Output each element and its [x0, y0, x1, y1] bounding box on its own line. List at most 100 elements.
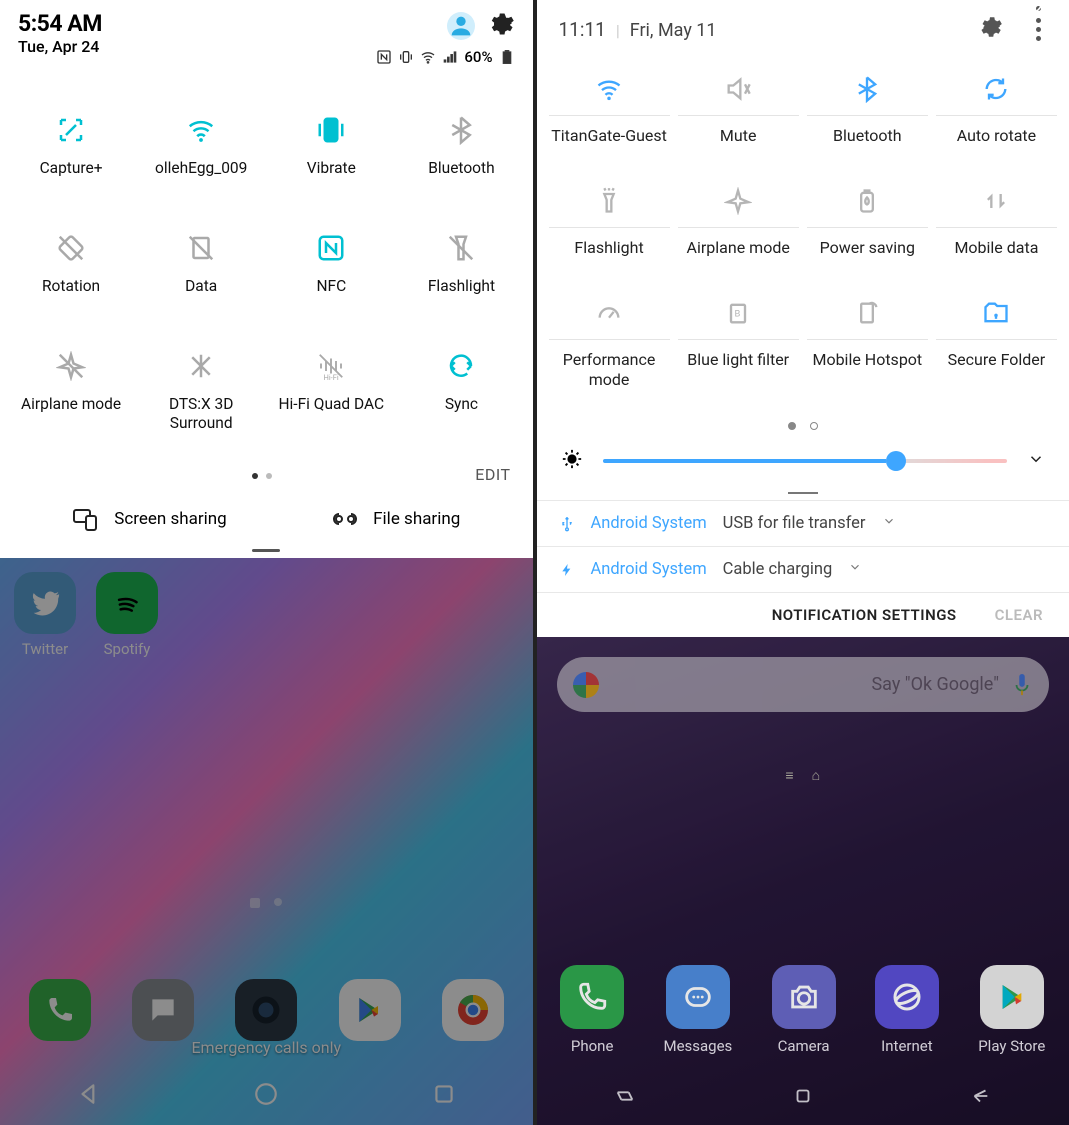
dock-camera[interactable]: Camera	[772, 965, 836, 1055]
qs-blue-light[interactable]: BBlue light filter	[678, 286, 799, 414]
qs-flashlight[interactable]: Flashlight	[549, 174, 670, 282]
file-sharing-button[interactable]: File sharing	[331, 507, 460, 531]
dock: Phone Messages Camera Internet Play Stor…	[537, 965, 1069, 1055]
label: Auto rotate	[955, 116, 1038, 170]
qs-mute[interactable]: Mute	[678, 62, 799, 170]
chevron-down-icon[interactable]	[848, 560, 862, 579]
label: Spotify	[104, 640, 151, 658]
label: Vibrate	[307, 159, 356, 178]
label: Phone	[571, 1037, 614, 1055]
google-search-bar[interactable]: Say "Ok Google"	[557, 657, 1050, 712]
nav-back[interactable]	[76, 1081, 102, 1111]
label: Mobile Hotspot	[810, 340, 924, 394]
nav-home[interactable]	[253, 1081, 279, 1111]
qs-flashlight[interactable]: Flashlight	[396, 231, 526, 349]
qs-dtsx[interactable]: DTS:X 3D Surround	[136, 349, 266, 467]
qs-capture-plus[interactable]: Capture+	[6, 113, 136, 231]
wifi-icon	[420, 49, 436, 65]
notification-usb[interactable]: Android System USB for file transfer	[537, 500, 1069, 546]
chevron-down-icon[interactable]	[882, 514, 896, 533]
mic-icon	[1011, 671, 1033, 699]
label: Play Store	[978, 1037, 1045, 1055]
qs-power-saving[interactable]: Power saving	[807, 174, 928, 282]
label: Twitter	[22, 640, 68, 658]
nav-back[interactable]	[968, 1085, 992, 1111]
dock-messages[interactable]	[132, 979, 194, 1041]
label: Data	[185, 277, 217, 296]
profile-icon[interactable]	[447, 12, 475, 40]
nav-home[interactable]	[791, 1085, 815, 1111]
label: Flashlight	[572, 228, 645, 282]
brightness-icon	[561, 448, 583, 474]
label: Screen sharing	[114, 509, 226, 529]
screen-sharing-button[interactable]: Screen sharing	[72, 507, 226, 531]
home-screen[interactable]: Say "Ok Google" ≡⌂ Phone Messages Camera…	[537, 637, 1069, 1125]
dock-internet[interactable]: Internet	[875, 965, 939, 1055]
settings-icon[interactable]	[487, 10, 515, 42]
qs-secure-folder[interactable]: Secure Folder	[936, 286, 1057, 414]
qs-sync[interactable]: Sync	[396, 349, 526, 467]
lg-phone: 5:54 AM Tue, Apr 24 60% Capture+ ollehEg…	[0, 0, 533, 1125]
notification-settings-button[interactable]: NOTIFICATION SETTINGS	[772, 606, 957, 624]
notification-actions: NOTIFICATION SETTINGS CLEAR	[537, 592, 1069, 637]
brightness-slider[interactable]	[603, 459, 1008, 463]
label: Rotation	[42, 277, 100, 296]
notification-charging[interactable]: Android System Cable charging	[537, 546, 1069, 592]
overflow-menu-icon[interactable]: 2	[1029, 16, 1047, 42]
qs-data[interactable]: Data	[136, 231, 266, 349]
app-spotify[interactable]: Spotify	[96, 572, 158, 658]
status-bar: 11:11 | Fri, May 11 2	[537, 0, 1069, 58]
dock-phone[interactable]: Phone	[560, 965, 624, 1055]
label: Capture+	[40, 159, 103, 178]
qs-wifi[interactable]: ollehEgg_009	[136, 113, 266, 231]
app-twitter[interactable]: Twitter	[14, 572, 76, 658]
nav-recents[interactable]	[613, 1085, 637, 1111]
label: Bluetooth	[428, 159, 494, 178]
label: Mute	[718, 116, 759, 170]
page-indicator	[537, 420, 1069, 444]
label: File sharing	[373, 509, 460, 529]
quick-settings-panel: TitanGate-Guest Mute Bluetooth Auto rota…	[537, 58, 1069, 420]
qs-vibrate[interactable]: Vibrate	[266, 113, 396, 231]
qs-performance[interactable]: Performance mode	[549, 286, 670, 414]
badge: 2	[1036, 6, 1041, 11]
qs-rotation[interactable]: Rotation	[6, 231, 136, 349]
dock-camera[interactable]	[235, 979, 297, 1041]
qs-bluetooth[interactable]: Bluetooth	[807, 62, 928, 170]
clock: 5:54 AM	[18, 10, 102, 37]
label: Bluetooth	[831, 116, 904, 170]
drag-handle[interactable]	[788, 492, 818, 494]
dock-play-store[interactable]	[339, 979, 401, 1041]
notif-msg: Cable charging	[723, 560, 833, 579]
qs-auto-rotate[interactable]: Auto rotate	[936, 62, 1057, 170]
qs-wifi[interactable]: TitanGate-Guest	[549, 62, 670, 170]
qs-airplane[interactable]: Airplane mode	[6, 349, 136, 467]
settings-icon[interactable]	[977, 14, 1003, 44]
qs-airplane[interactable]: Airplane mode	[678, 174, 799, 282]
quick-settings-panel: Capture+ ollehEgg_009 Vibrate Bluetooth …	[0, 88, 533, 558]
qs-mobile-data[interactable]: Mobile data	[936, 174, 1057, 282]
dock-chrome[interactable]	[442, 979, 504, 1041]
qs-nfc[interactable]: NFC	[266, 231, 396, 349]
qs-hotspot[interactable]: Mobile Hotspot	[807, 286, 928, 414]
label: Internet	[881, 1037, 932, 1055]
label: Sync	[445, 395, 478, 414]
qs-hifi-dac[interactable]: Hi-FiHi-Fi Quad DAC	[266, 349, 396, 467]
home-screen[interactable]: Twitter Spotify Emergency calls only	[0, 558, 533, 1125]
label: Airplane mode	[21, 395, 121, 414]
nav-recents[interactable]	[431, 1081, 457, 1111]
clear-button[interactable]: CLEAR	[995, 606, 1043, 624]
vibrate-icon	[398, 49, 414, 65]
expand-brightness-icon[interactable]	[1027, 450, 1045, 472]
battery-percent: 60%	[464, 48, 492, 66]
dock-messages[interactable]: Messages	[663, 965, 732, 1055]
qs-bluetooth[interactable]: Bluetooth	[396, 113, 526, 231]
search-hint: Say "Ok Google"	[611, 674, 1000, 695]
edit-button[interactable]: EDIT	[475, 465, 510, 484]
label: DTS:X 3D Surround	[136, 395, 266, 432]
usb-icon	[559, 515, 575, 533]
drag-handle[interactable]	[252, 549, 280, 552]
home-page-dots: ≡⌂	[537, 767, 1069, 784]
dock-phone[interactable]	[29, 979, 91, 1041]
dock-play-store[interactable]: Play Store	[978, 965, 1045, 1055]
